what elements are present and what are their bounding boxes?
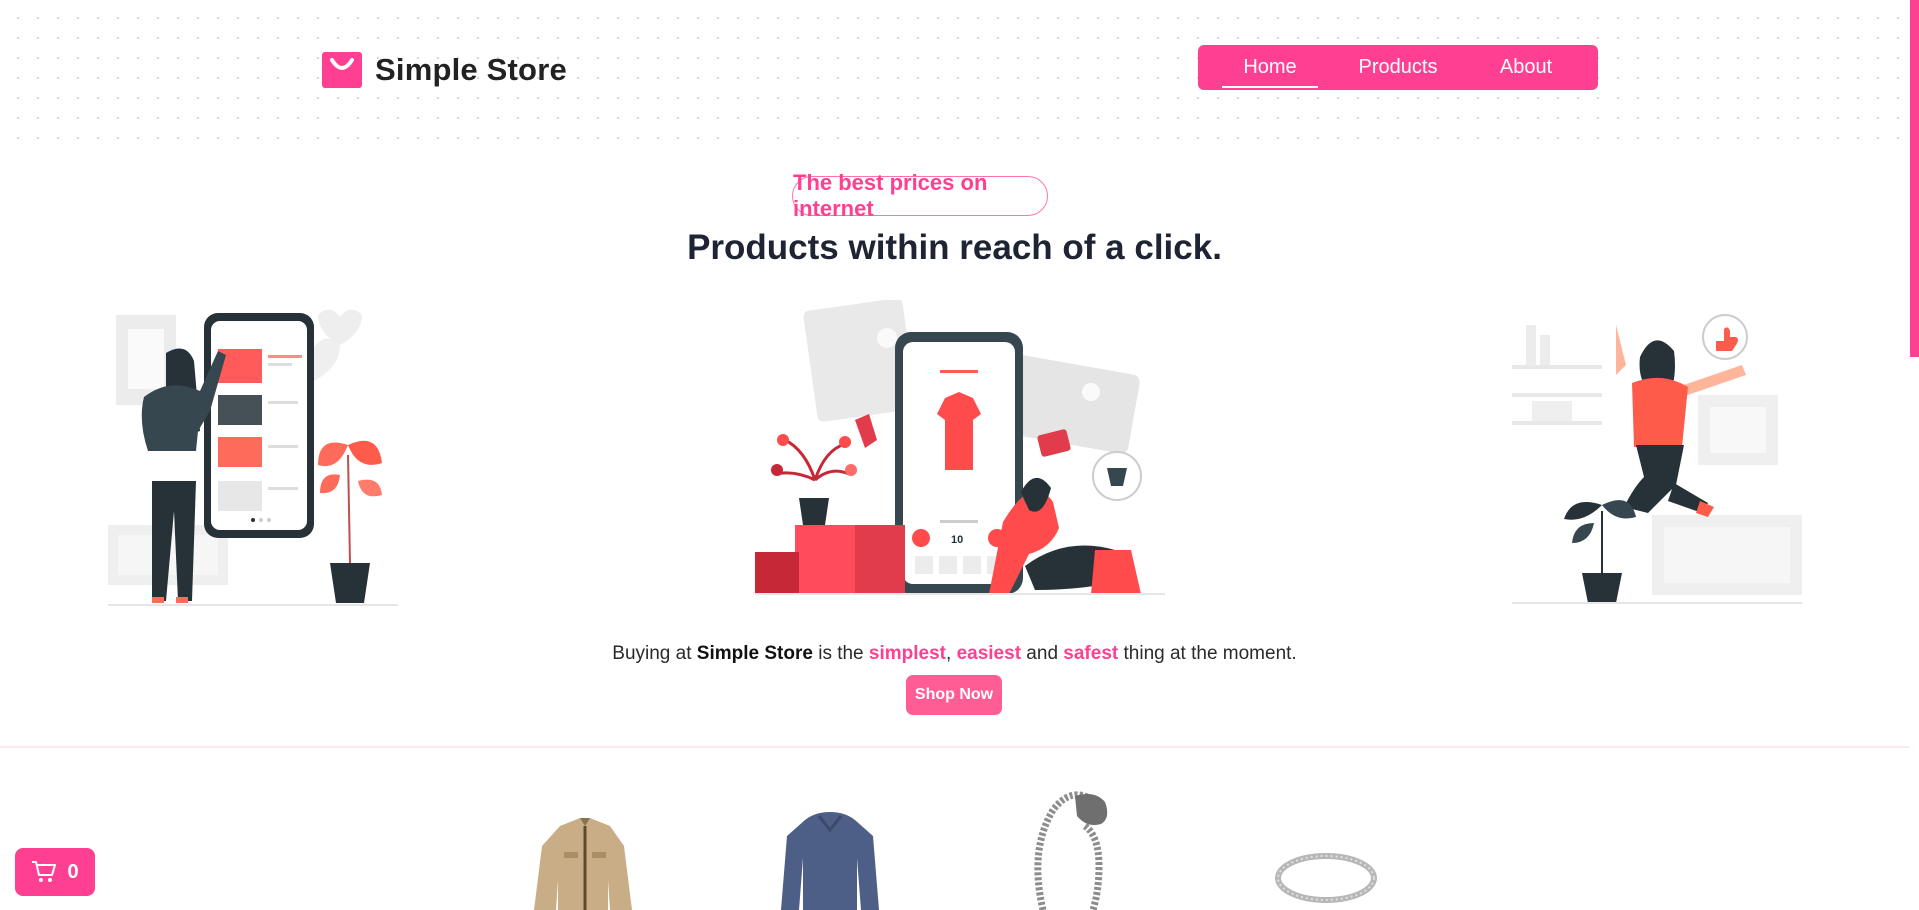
shop-now-button[interactable]: Shop Now	[906, 675, 1002, 715]
wishlist-illustration	[108, 309, 398, 606]
tagline-simplest: simplest	[868, 643, 947, 664]
product-image-ring[interactable]	[1272, 850, 1380, 910]
product-image-bracelet[interactable]	[1025, 786, 1125, 910]
tagline-prefix: Buying at	[612, 643, 697, 664]
hero-headline: Products within reach of a click.	[687, 228, 1222, 267]
hero-tagline: Buying at Simple Store is the simplest, …	[0, 643, 1909, 665]
tagline-easiest: easiest	[956, 643, 1022, 664]
nav-home[interactable]: Home	[1206, 56, 1334, 88]
section-divider	[0, 746, 1909, 748]
happy-customer-illustration	[1512, 314, 1802, 604]
tagline-comma: ,	[946, 643, 957, 664]
tagline-brand: Simple Store	[696, 643, 813, 664]
main-navigation: Home Products About	[1198, 45, 1598, 90]
product-image-shirt[interactable]	[775, 808, 885, 910]
nav-products[interactable]: Products	[1334, 56, 1462, 79]
tagline-safest: safest	[1063, 643, 1119, 664]
nav-about[interactable]: About	[1462, 56, 1590, 79]
hero-badge: The best prices on internet	[792, 170, 1048, 221]
brand-name: Simple Store	[375, 52, 567, 87]
online-shopping-illustration: 10	[755, 300, 1165, 595]
brand-logo[interactable]: Simple Store	[322, 52, 567, 88]
cart-count: 0	[67, 860, 79, 883]
cart-icon	[32, 861, 57, 882]
shopping-bag-icon	[322, 52, 362, 88]
phone-price-text: 10	[951, 534, 963, 546]
tagline-and: and	[1021, 643, 1064, 664]
cart-button[interactable]: 0	[15, 848, 95, 896]
tagline-suffix: thing at the moment.	[1118, 643, 1297, 664]
product-image-jacket[interactable]	[530, 812, 640, 910]
tagline-middle: is the	[812, 643, 869, 664]
site-header: Simple Store Home Products About	[0, 0, 1919, 140]
